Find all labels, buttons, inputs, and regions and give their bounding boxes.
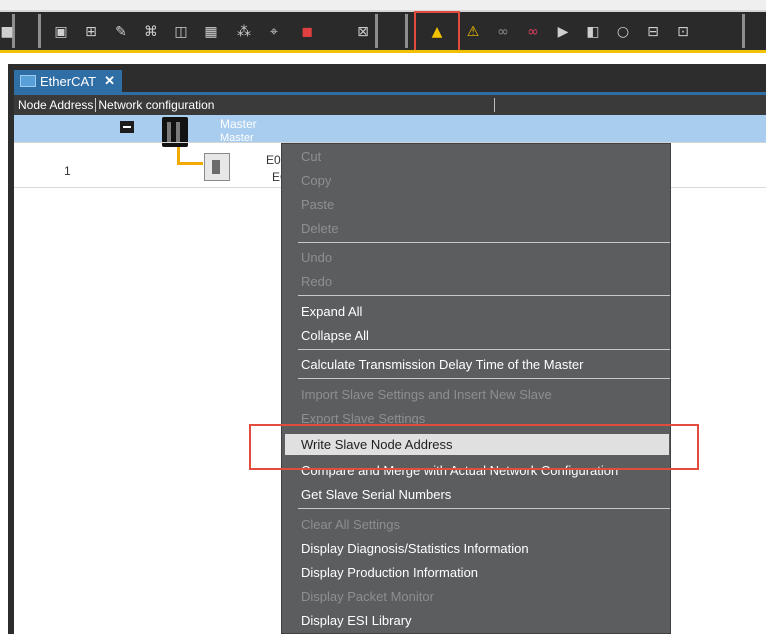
- menu-item-display-packet-monitor[interactable]: Display Packet Monitor: [301, 589, 434, 605]
- master-label: Master: [220, 117, 257, 131]
- menu-item-cut[interactable]: Cut: [301, 149, 321, 165]
- toolbar-separator: [405, 14, 408, 48]
- menu-separator: [298, 508, 670, 509]
- column-divider[interactable]: [494, 98, 495, 112]
- square-icon[interactable]: ■: [0, 21, 18, 43]
- slave-device-icon[interactable]: [204, 153, 230, 181]
- toolbar-separator: [38, 14, 41, 48]
- column-header-row: Node Address Network configuration: [14, 95, 766, 115]
- watch-icon[interactable]: ◫: [170, 21, 192, 43]
- close-icon[interactable]: ✕: [104, 73, 115, 89]
- menu-item-display-esi-library[interactable]: Display ESI Library: [301, 613, 412, 629]
- menu-item-delete[interactable]: Delete: [301, 221, 339, 237]
- toolbar-separator: [742, 14, 745, 48]
- tab-ethercat[interactable]: EtherCAT ✕: [14, 70, 122, 92]
- annotation-highlight-box: [249, 424, 699, 470]
- alert-icon[interactable]: ◼: [296, 21, 318, 43]
- menu-item-calculate-delay[interactable]: Calculate Transmission Delay Time of the…: [301, 357, 584, 373]
- menu-separator: [298, 295, 670, 296]
- menu-item-redo[interactable]: Redo: [301, 274, 332, 290]
- binoculars-icon[interactable]: ⌖: [263, 21, 285, 43]
- menu-item-display-diagnosis[interactable]: Display Diagnosis/Statistics Information: [301, 541, 529, 557]
- io-map-icon[interactable]: ⊠: [352, 21, 374, 43]
- menu-item-get-slave-serial-numbers[interactable]: Get Slave Serial Numbers: [301, 487, 451, 503]
- link-icon[interactable]: ∞: [492, 21, 514, 43]
- menu-item-collapse-all[interactable]: Collapse All: [301, 328, 369, 344]
- context-menu: Cut Copy Paste Delete Undo Redo Expand A…: [281, 143, 671, 634]
- slave-node-address: 1: [64, 164, 71, 178]
- cross-ref-icon[interactable]: ⌘: [140, 21, 162, 43]
- column-header-node-address[interactable]: Node Address: [14, 98, 93, 112]
- menu-separator: [298, 242, 670, 243]
- menu-separator: [298, 349, 670, 350]
- ethercat-tab-icon: [20, 75, 36, 87]
- toolbar-highlight-box: [414, 11, 460, 55]
- menu-item-clear-all-settings[interactable]: Clear All Settings: [301, 517, 400, 533]
- menu-item-paste[interactable]: Paste: [301, 197, 334, 213]
- red-link-icon[interactable]: ∞: [522, 21, 544, 43]
- network-icon[interactable]: ⊡: [672, 21, 694, 43]
- menu-item-undo[interactable]: Undo: [301, 250, 332, 266]
- build-icon[interactable]: ✎: [110, 21, 132, 43]
- menu-item-copy[interactable]: Copy: [301, 173, 331, 189]
- 3d-icon[interactable]: ▣: [50, 21, 72, 43]
- tab-label: EtherCAT: [40, 73, 97, 89]
- column-divider[interactable]: [95, 98, 97, 112]
- toolbar-top-strip: [0, 0, 766, 10]
- graph-icon[interactable]: ⁂: [233, 21, 255, 43]
- menu-item-expand-all[interactable]: Expand All: [301, 304, 362, 320]
- layout-icon[interactable]: ⊞: [80, 21, 102, 43]
- toolbar: ■ ▣ ⊞ ✎ ⌘ ◫ ▦ ⁂ ⌖ ◼ ⊠ ▲ ⚠ ∞ ∞ ▶ ◧ ○ ⊟ ⊡: [0, 0, 766, 55]
- warning-clear-icon[interactable]: ⚠: [462, 21, 484, 43]
- column-header-network-configuration[interactable]: Network configuration: [98, 98, 214, 112]
- tree-connector: [177, 162, 203, 165]
- toolbar-separator: [375, 14, 378, 48]
- transfer-icon[interactable]: ◧: [582, 21, 604, 43]
- grid-icon[interactable]: ▦: [200, 21, 222, 43]
- refresh-icon[interactable]: ○: [612, 21, 634, 43]
- menu-item-display-production-info[interactable]: Display Production Information: [301, 565, 478, 581]
- collapse-icon[interactable]: [120, 121, 134, 133]
- step-icon[interactable]: ▶: [552, 21, 574, 43]
- menu-item-import-slave-settings[interactable]: Import Slave Settings and Insert New Sla…: [301, 387, 552, 403]
- menu-separator: [298, 378, 670, 379]
- compare-icon[interactable]: ⊟: [642, 21, 664, 43]
